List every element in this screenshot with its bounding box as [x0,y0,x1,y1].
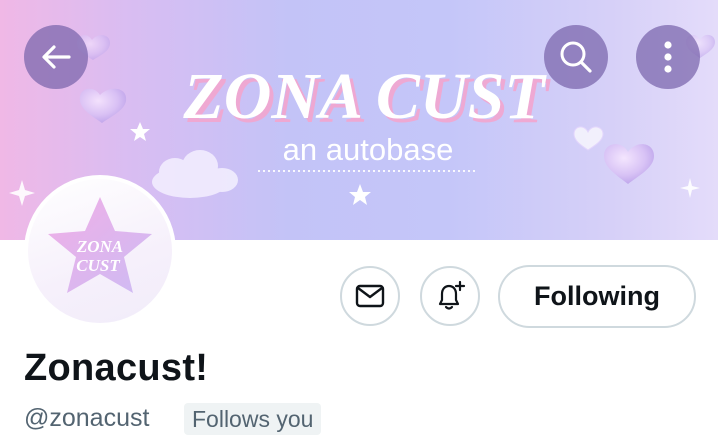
avatar[interactable]: ZONA CUST [24,175,176,327]
cloud-decoration-icon [152,150,238,198]
follows-you-badge: Follows you [184,403,322,435]
envelope-icon [355,284,385,308]
heart-decoration-icon [604,144,654,184]
following-label: Following [534,281,660,311]
heart-decoration-icon [573,126,604,151]
more-options-button[interactable] [636,25,700,89]
back-button[interactable] [24,25,88,89]
search-button[interactable] [544,25,608,89]
search-icon [560,41,592,73]
avatar-text-line2: CUST [76,256,120,275]
bell-plus-icon [438,280,466,310]
arrow-left-icon [42,45,71,69]
heart-decoration-icon [79,88,127,123]
avatar-image: ZONA CUST [28,179,172,323]
banner-subtitle: an autobase [283,132,454,167]
message-button[interactable] [340,266,400,326]
user-handle: @zonacust [24,404,150,432]
avatar-text-line1: ZONA [76,237,123,256]
display-name: Zonacust! [24,347,209,389]
banner-title: ZONA CUST [182,60,547,133]
following-button[interactable]: Following [498,265,696,328]
more-vertical-icon [664,41,672,73]
star-avatar-icon: ZONA CUST [48,197,152,293]
notifications-button[interactable] [420,266,480,326]
